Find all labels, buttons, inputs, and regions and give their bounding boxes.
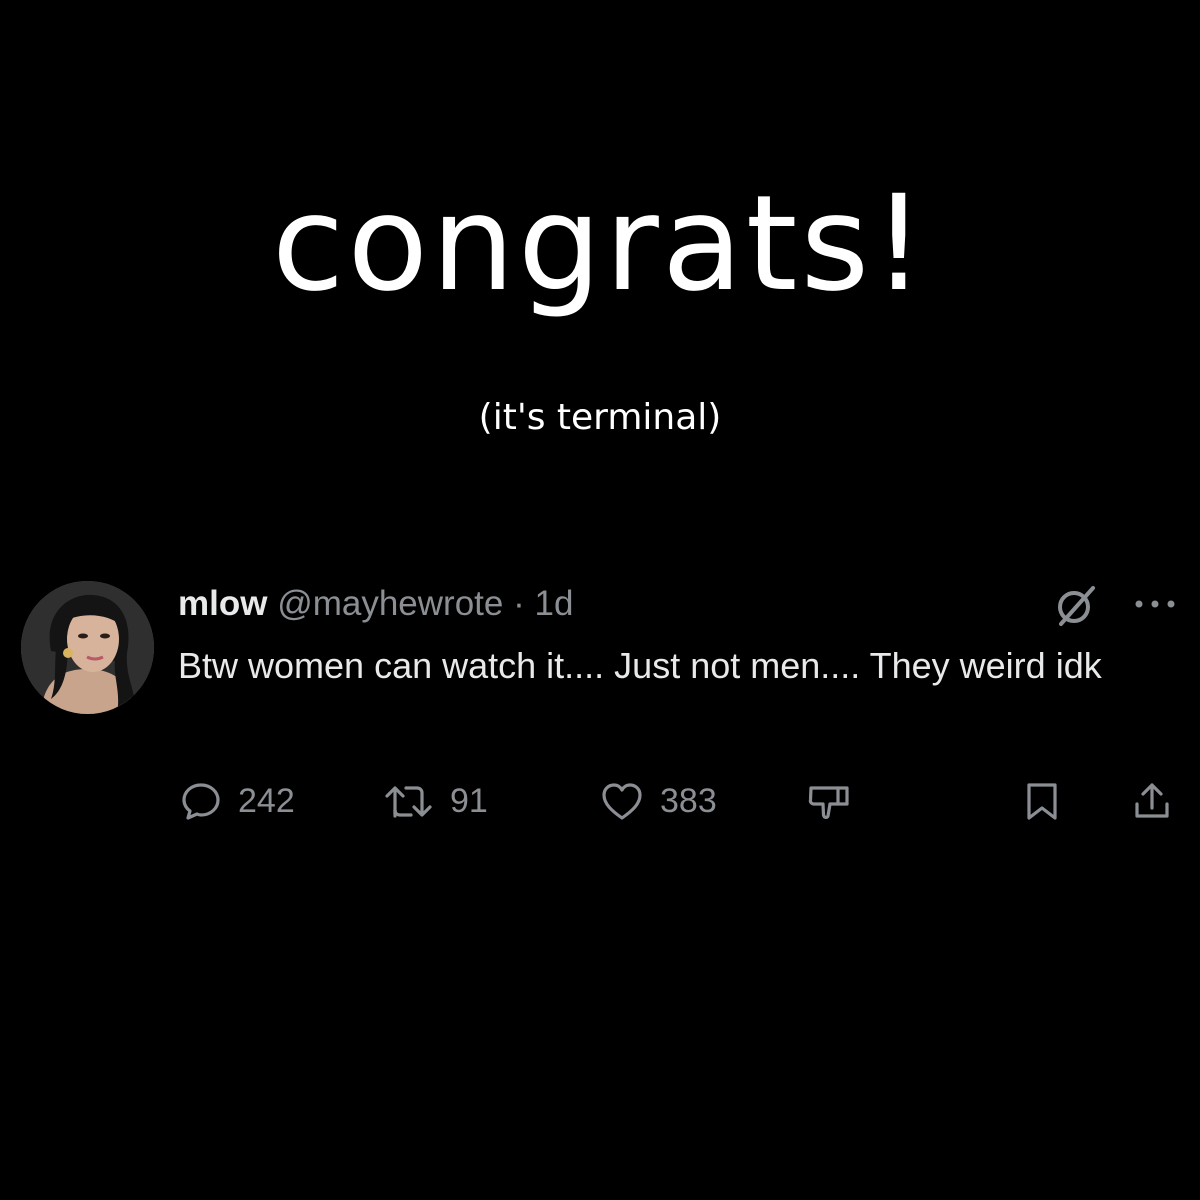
like-count: 383: [660, 781, 717, 820]
separator-dot: ·: [513, 584, 525, 623]
reply-icon: [182, 783, 220, 820]
handle[interactable]: @mayhewrote: [277, 584, 503, 623]
heart-icon: [602, 783, 642, 820]
repost-count: 91: [450, 781, 488, 820]
repost-button[interactable]: 91: [384, 778, 488, 824]
tweet-text: Btw women can watch it.... Just not men.…: [178, 645, 1102, 686]
tweet-header: mlow @mayhewrote · 1d: [178, 582, 573, 626]
profile-photo-image: [21, 581, 154, 714]
subline-text: (it's terminal): [478, 397, 722, 438]
more-icon[interactable]: [1133, 594, 1177, 614]
headline-text: congrats!: [271, 167, 929, 321]
slashed-circle-icon[interactable]: [1053, 584, 1099, 628]
repost-icon: [385, 786, 432, 818]
display-name[interactable]: mlow: [178, 584, 267, 623]
reply-count: 242: [238, 781, 295, 820]
share-button[interactable]: [1131, 778, 1173, 824]
bookmark-icon: [1027, 783, 1057, 820]
tweet-card[interactable]: mlow @mayhewrote · 1d Btw women can watc…: [0, 560, 1200, 850]
bookmark-button[interactable]: [1024, 778, 1060, 824]
dislike-button[interactable]: [806, 778, 852, 824]
avatar[interactable]: [21, 581, 154, 714]
like-button[interactable]: 383: [600, 778, 717, 824]
reply-button[interactable]: 242: [180, 778, 295, 824]
timestamp[interactable]: 1d: [534, 584, 573, 623]
thumbs-down-icon: [808, 786, 849, 819]
share-icon: [1135, 783, 1169, 818]
